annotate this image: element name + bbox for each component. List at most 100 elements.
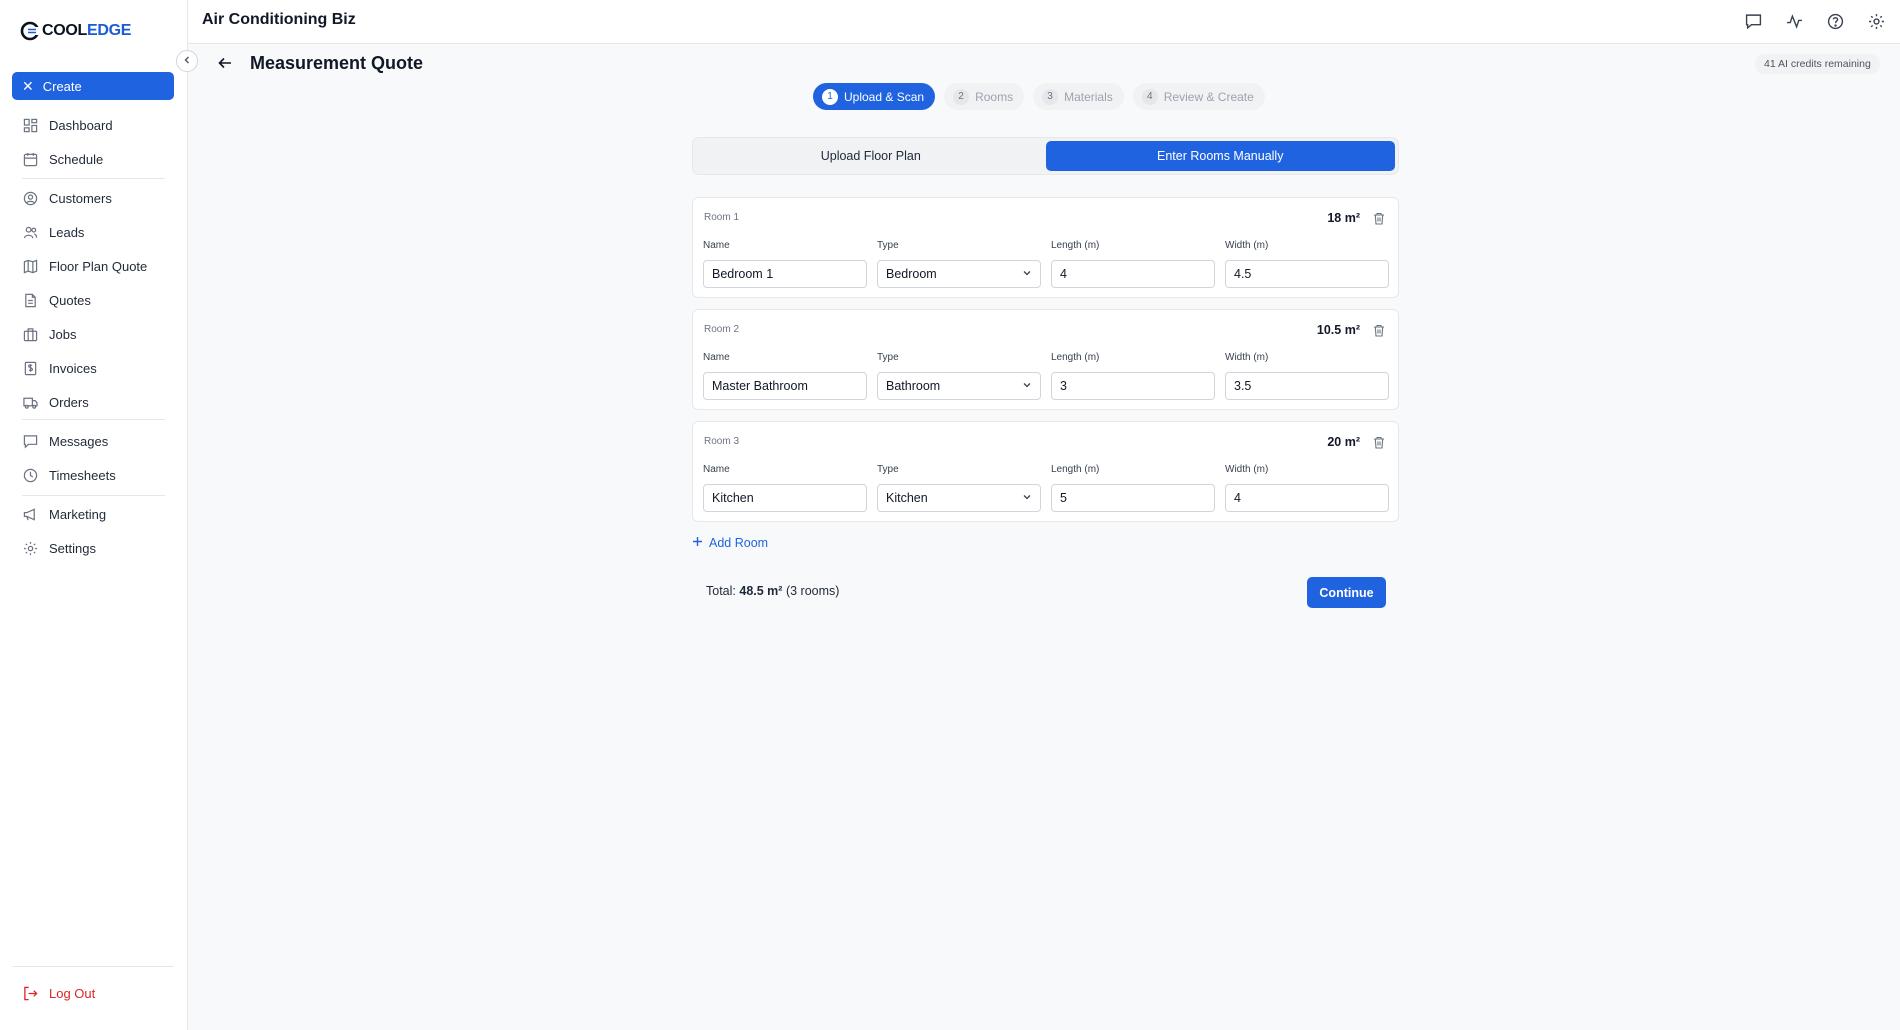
logo[interactable]: COOLEDGE xyxy=(20,18,131,44)
sidebar-item-label: Timesheets xyxy=(49,467,116,483)
room-name-value: Kitchen xyxy=(712,491,754,505)
step-number: 2 xyxy=(953,88,970,105)
room-label: Room 3 xyxy=(704,436,740,447)
total-summary: Total: 48.5 m² (3 rooms) xyxy=(706,584,839,598)
top-bar: Air Conditioning Biz xyxy=(188,0,1900,44)
room-type-select[interactable]: Bathroom xyxy=(877,372,1041,400)
step-rooms[interactable]: 2 Rooms xyxy=(944,83,1025,110)
sidebar-item-leads[interactable]: Leads xyxy=(22,221,84,243)
sidebar-item-label: Schedule xyxy=(49,151,104,167)
sidebar-item-label: Customers xyxy=(49,190,112,206)
plus-icon xyxy=(692,536,703,550)
sidebar-item-invoices[interactable]: Invoices xyxy=(22,357,97,379)
trash-icon[interactable] xyxy=(1372,435,1386,449)
step-label: Materials xyxy=(1064,89,1113,104)
room-type-value: Bedroom xyxy=(886,267,937,281)
trash-icon[interactable] xyxy=(1372,211,1386,225)
sidebar-item-label: Floor Plan Quote xyxy=(49,258,148,274)
back-arrow-icon[interactable] xyxy=(216,54,234,72)
sidebar-item-settings[interactable]: Settings xyxy=(22,537,96,559)
logo-text: COOLEDGE xyxy=(42,22,132,39)
create-button[interactable]: ✕ Create xyxy=(12,72,174,100)
sidebar-item-customers[interactable]: Customers xyxy=(22,187,112,209)
room-width-input[interactable]: 3.5 xyxy=(1225,372,1389,400)
sidebar-item-label: Leads xyxy=(49,224,85,240)
sidebar-item-label: Settings xyxy=(49,540,96,556)
type-label: Type xyxy=(877,464,899,475)
room-type-select[interactable]: Kitchen xyxy=(877,484,1041,512)
chevron-down-icon xyxy=(1022,379,1032,393)
megaphone-icon xyxy=(22,506,38,522)
room-area: 10.5 m² xyxy=(1316,323,1360,337)
document-icon xyxy=(22,292,38,308)
sidebar-divider xyxy=(22,495,165,496)
room-type-select[interactable]: Bedroom xyxy=(877,260,1041,288)
room-name-value: Master Bathroom xyxy=(712,379,808,393)
add-room-label: Add Room xyxy=(709,536,769,550)
room-width-input[interactable]: 4.5 xyxy=(1225,260,1389,288)
sidebar-item-jobs[interactable]: Jobs xyxy=(22,323,76,345)
settings-gear-icon[interactable] xyxy=(1866,11,1886,31)
sidebar-divider xyxy=(12,966,174,967)
length-label: Length (m) xyxy=(1051,464,1100,475)
sidebar-item-label: Jobs xyxy=(49,326,77,342)
room-name-input[interactable]: Master Bathroom xyxy=(703,372,867,400)
room-card: Room 2 10.5 m² Name Type Length (m) Widt… xyxy=(692,309,1399,410)
help-icon[interactable] xyxy=(1825,11,1845,31)
create-label: Create xyxy=(42,78,82,94)
room-length-input[interactable]: 3 xyxy=(1051,372,1215,400)
ai-credits-badge: 41 AI credits remaining xyxy=(1755,54,1880,74)
collapse-sidebar-button[interactable] xyxy=(176,50,198,72)
sidebar-item-label: Quotes xyxy=(49,292,91,308)
messages-icon[interactable] xyxy=(1743,11,1763,31)
sidebar-item-dashboard[interactable]: Dashboard xyxy=(22,114,113,136)
logo-mark-icon xyxy=(20,21,40,41)
sidebar-item-label: Marketing xyxy=(49,506,107,522)
width-label: Width (m) xyxy=(1225,352,1269,363)
room-length-value: 4 xyxy=(1060,267,1067,281)
room-name-input[interactable]: Kitchen xyxy=(703,484,867,512)
room-width-input[interactable]: 4 xyxy=(1225,484,1389,512)
briefcase-icon xyxy=(22,326,38,342)
trash-icon[interactable] xyxy=(1372,323,1386,337)
sidebar-item-marketing[interactable]: Marketing xyxy=(22,503,106,525)
step-materials[interactable]: 3 Materials xyxy=(1033,83,1124,110)
room-name-value: Bedroom 1 xyxy=(712,267,774,281)
sidebar-item-timesheets[interactable]: Timesheets xyxy=(22,464,116,486)
name-label: Name xyxy=(703,352,730,363)
room-name-input[interactable]: Bedroom 1 xyxy=(703,260,867,288)
name-label: Name xyxy=(703,464,730,475)
sidebar-item-floor-plan-quote[interactable]: Floor Plan Quote xyxy=(22,255,147,277)
clock-icon xyxy=(22,467,38,483)
step-number: 1 xyxy=(822,88,838,105)
input-mode-toggle: Upload Floor Plan Enter Rooms Manually xyxy=(692,137,1399,175)
add-room-button[interactable]: Add Room xyxy=(692,536,768,550)
sidebar-item-schedule[interactable]: Schedule xyxy=(22,148,103,170)
calendar-icon xyxy=(22,151,38,167)
tab-upload-floor-plan[interactable]: Upload Floor Plan xyxy=(696,141,1046,171)
step-upload-scan[interactable]: 1 Upload & Scan xyxy=(813,83,936,110)
tab-enter-rooms-manually[interactable]: Enter Rooms Manually xyxy=(1045,141,1395,171)
room-length-input[interactable]: 5 xyxy=(1051,484,1215,512)
sidebar-item-orders[interactable]: Orders xyxy=(22,391,89,413)
total-area: 48.5 m² xyxy=(739,584,783,598)
room-width-value: 4 xyxy=(1234,491,1241,505)
logout-label: Log Out xyxy=(49,985,96,1001)
sidebar-item-quotes[interactable]: Quotes xyxy=(22,289,91,311)
continue-button[interactable]: Continue xyxy=(1307,577,1386,608)
room-label: Room 2 xyxy=(704,324,740,335)
activity-icon[interactable] xyxy=(1784,11,1804,31)
step-review-create[interactable]: 4 Review & Create xyxy=(1132,83,1265,110)
logout-button[interactable]: Log Out xyxy=(22,985,95,1001)
room-area: 20 m² xyxy=(1327,435,1360,449)
users-icon xyxy=(22,224,38,240)
sidebar-item-label: Dashboard xyxy=(49,117,113,133)
stepper: 1 Upload & Scan 2 Rooms 3 Materials 4 Re… xyxy=(813,83,1265,110)
close-icon: ✕ xyxy=(22,78,34,94)
sidebar-item-label: Invoices xyxy=(49,360,97,376)
chevron-left-icon xyxy=(182,52,192,70)
room-length-input[interactable]: 4 xyxy=(1051,260,1215,288)
receipt-icon xyxy=(22,360,38,376)
sidebar-item-messages[interactable]: Messages xyxy=(22,430,108,452)
map-icon xyxy=(22,258,38,274)
